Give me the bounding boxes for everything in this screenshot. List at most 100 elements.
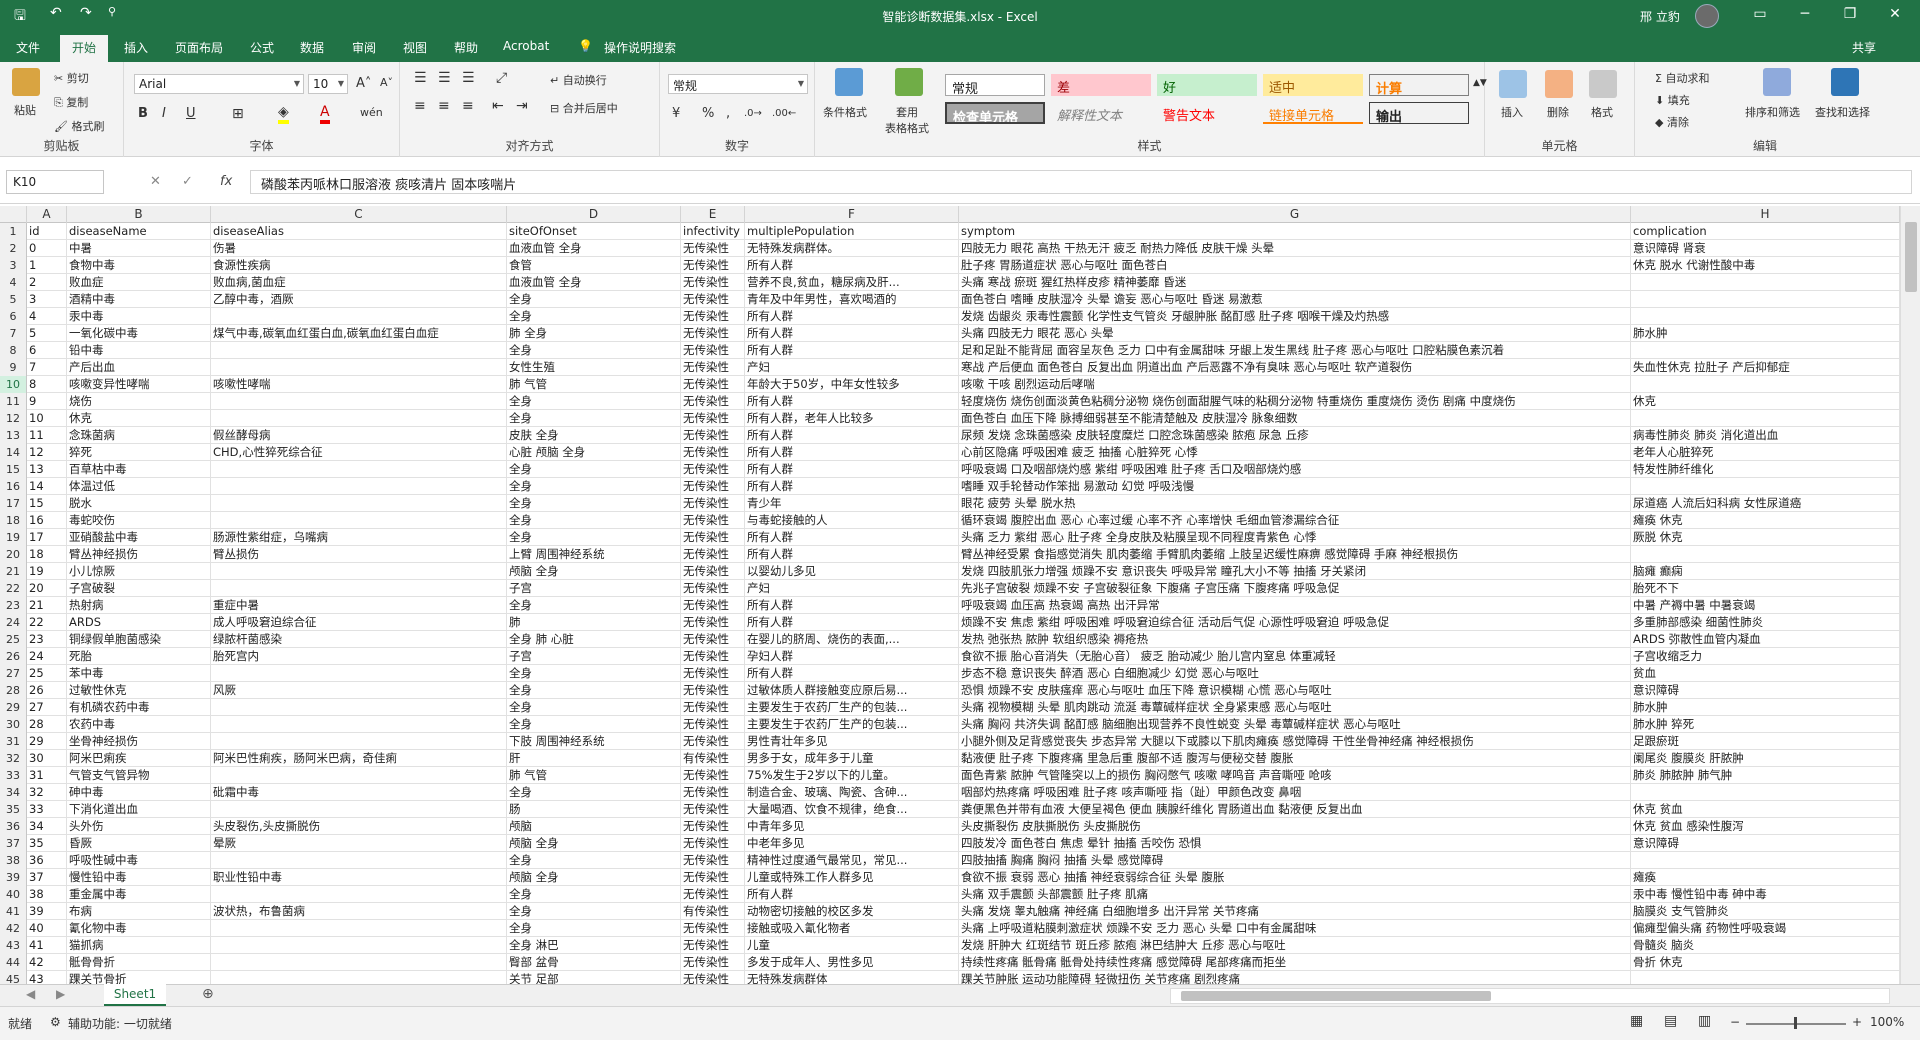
cell[interactable]: 持续性疼痛 骶骨痛 骶骨处持续性疼痛 感觉障碍 尾部疼痛而拒坐 (959, 954, 1631, 971)
cell[interactable]: 头痛 发烧 睾丸触痛 神经痛 白细胞增多 出汗异常 关节疼痛 (959, 903, 1631, 920)
cell[interactable]: 男多于女，成年多于儿童 (745, 750, 959, 767)
cell[interactable]: 以婴幼儿多见 (745, 563, 959, 580)
cell[interactable]: 32 (27, 784, 67, 801)
cell[interactable]: 所有人群 (745, 597, 959, 614)
cell[interactable]: 食源性疾病 (211, 257, 507, 274)
cell[interactable] (211, 563, 507, 580)
cell[interactable]: 体温过低 (67, 478, 211, 495)
cell[interactable]: 36 (27, 852, 67, 869)
row-header[interactable]: 44 (0, 954, 27, 971)
cell[interactable]: 26 (27, 682, 67, 699)
cell[interactable]: 所有人群 (745, 427, 959, 444)
cell[interactable]: 主要发生于农药厂生产的包装... (745, 716, 959, 733)
row-header[interactable]: 14 (0, 444, 27, 461)
cell[interactable]: 汞中毒 (67, 308, 211, 325)
cell[interactable]: 心脏 颅脑 全身 (507, 444, 681, 461)
row-header[interactable]: 38 (0, 852, 27, 869)
cell[interactable]: 7 (27, 359, 67, 376)
cell[interactable]: 儿童 (745, 937, 959, 954)
cell[interactable]: 所有人群 (745, 393, 959, 410)
style-good[interactable]: 好 (1157, 74, 1257, 96)
cell[interactable]: 无传染性 (681, 529, 745, 546)
cell[interactable]: 黏液便 肚子疼 下腹疼痛 里急后重 腹部不适 腹泻与便秘交替 腹胀 (959, 750, 1631, 767)
row-header[interactable]: 18 (0, 512, 27, 529)
cell[interactable]: 无传染性 (681, 342, 745, 359)
cell[interactable]: 17 (27, 529, 67, 546)
cell[interactable]: 主要发生于农药厂生产的包装... (745, 699, 959, 716)
cell[interactable]: 38 (27, 886, 67, 903)
zoom-level[interactable]: 100% (1870, 1015, 1904, 1029)
cell[interactable]: 子宫收缩乏力 (1631, 648, 1900, 665)
cell[interactable]: 产妇 (745, 580, 959, 597)
cell[interactable]: 特发性肺纤维化 (1631, 461, 1900, 478)
tab-file[interactable]: 文件 (16, 39, 40, 56)
cell[interactable]: 头皮裂伤,头皮撕脱伤 (211, 818, 507, 835)
cell[interactable]: 循环衰竭 腹腔出血 恶心 心率过缓 心率不齐 心率增快 毛细血管渗漏综合征 (959, 512, 1631, 529)
cell[interactable]: 产后出血 (67, 359, 211, 376)
cell[interactable] (1631, 410, 1900, 427)
cell[interactable]: 23 (27, 631, 67, 648)
style-linked-cell[interactable]: 链接单元格 (1263, 102, 1363, 124)
cell[interactable]: 子宫 (507, 580, 681, 597)
decrease-indent-icon[interactable]: ⇤ (492, 98, 504, 114)
cell[interactable]: 无传染性 (681, 546, 745, 563)
cell[interactable]: 铜绿假单胞菌感染 (67, 631, 211, 648)
zoom-out-icon[interactable]: − (1730, 1015, 1740, 1029)
cell[interactable]: complication (1631, 223, 1900, 240)
autosum-button[interactable]: Σ 自动求和 (1655, 70, 1709, 86)
page-layout-view-icon[interactable]: ▤ (1664, 1013, 1677, 1029)
cell[interactable]: 烦躁不安 焦虑 紫绀 呼吸困难 呼吸窘迫综合征 活动后气促 心源性呼吸窘迫 呼吸… (959, 614, 1631, 631)
row-header[interactable]: 26 (0, 648, 27, 665)
cell[interactable] (211, 716, 507, 733)
delete-cells-button[interactable]: 删除 (1547, 104, 1569, 120)
cell[interactable]: 41 (27, 937, 67, 954)
style-check-cell[interactable]: 检查单元格 (945, 102, 1045, 124)
sort-filter-icon[interactable] (1763, 68, 1791, 96)
cell[interactable]: 接触或吸入氰化物者 (745, 920, 959, 937)
cell[interactable]: 35 (27, 835, 67, 852)
cell[interactable]: 小腿外侧及足背感觉丧失 步态异常 大腿以下或膝以下肌肉瘫痪 感觉障碍 干性坐骨神… (959, 733, 1631, 750)
cell[interactable]: 失血性休克 拉肚子 产后抑郁症 (1631, 359, 1900, 376)
align-middle-icon[interactable]: ☰ (438, 70, 451, 86)
cell[interactable]: 波状热，布鲁菌病 (211, 903, 507, 920)
row-header[interactable]: 23 (0, 597, 27, 614)
row-header[interactable]: 16 (0, 478, 27, 495)
cell[interactable]: 嗜睡 双手轮替动作笨拙 易激动 幻觉 呼吸浅慢 (959, 478, 1631, 495)
vertical-scroll-thumb[interactable] (1905, 222, 1917, 292)
cell[interactable]: 头痛 上呼吸道粘膜刺激症状 烦躁不安 乏力 恶心 头晕 口中有金属甜味 (959, 920, 1631, 937)
bold-icon[interactable]: B (138, 106, 148, 121)
horizontal-scroll-thumb[interactable] (1181, 991, 1491, 1001)
cell[interactable]: 12 (27, 444, 67, 461)
cell[interactable]: 坐骨神经损伤 (67, 733, 211, 750)
ribbon-display-icon[interactable]: ▭ (1745, 6, 1775, 22)
cell[interactable]: 全身 (507, 886, 681, 903)
cell[interactable]: 休克 (67, 410, 211, 427)
cell[interactable] (1631, 546, 1900, 563)
cell[interactable] (211, 971, 507, 984)
share-button[interactable]: 共享 (1852, 39, 1876, 56)
cell[interactable]: 颅脑 全身 (507, 869, 681, 886)
cell[interactable]: 37 (27, 869, 67, 886)
cell[interactable]: 大量喝酒、饮食不规律，绝食... (745, 801, 959, 818)
cell[interactable]: 脱水 (67, 495, 211, 512)
cell[interactable]: 有传染性 (681, 903, 745, 920)
row-header[interactable]: 37 (0, 835, 27, 852)
cell[interactable] (1631, 971, 1900, 984)
delete-cells-icon[interactable] (1545, 70, 1573, 98)
cell[interactable] (211, 342, 507, 359)
cell[interactable]: 75%发生于2岁以下的儿童。 (745, 767, 959, 784)
cell[interactable]: 食管 (507, 257, 681, 274)
row-header[interactable]: 17 (0, 495, 27, 512)
orientation-icon[interactable]: ⤢ (496, 70, 507, 86)
cell[interactable]: 铅中毒 (67, 342, 211, 359)
cell[interactable]: 头皮撕裂伤 皮肤撕脱伤 头皮撕脱伤 (959, 818, 1631, 835)
cell[interactable]: 无传染性 (681, 869, 745, 886)
cell[interactable]: 臂丛损伤 (211, 546, 507, 563)
cell[interactable]: 头痛 乏力 紫绀 恶心 肚子疼 全身皮肤及粘膜呈现不同程度青紫色 心悸 (959, 529, 1631, 546)
cell[interactable] (211, 801, 507, 818)
cell[interactable]: 伤暑 (211, 240, 507, 257)
cell[interactable]: 27 (27, 699, 67, 716)
cell[interactable]: 臂丛神经受累 食指感觉消失 肌肉萎缩 手臂肌肉萎缩 上肢呈迟缓性麻痹 感觉障碍 … (959, 546, 1631, 563)
cell[interactable] (211, 393, 507, 410)
row-header[interactable]: 15 (0, 461, 27, 478)
